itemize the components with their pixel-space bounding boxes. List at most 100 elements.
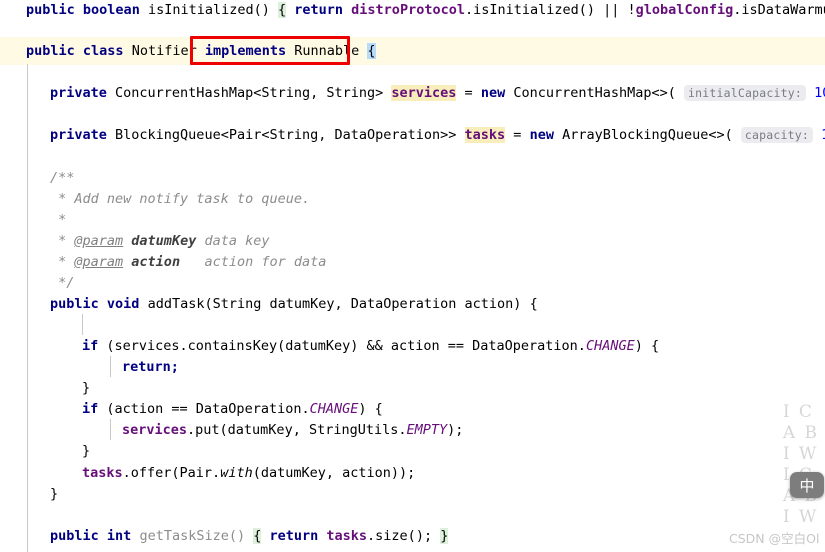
code-line-method-close[interactable]: } [50,484,825,505]
ime-mode-indicator[interactable]: 中 [790,472,824,498]
code-line[interactable]: public boolean isInitialized() { return … [26,0,825,21]
token-comment: * [50,254,75,270]
code-line-tasks-offer[interactable]: tasks.offer(Pair.with(datumKey, action))… [82,463,825,484]
token-field: tasks [82,465,123,481]
token-static-field: EMPTY [406,422,448,438]
recorder-watermark-line: I W [782,444,819,464]
token-keyword: if [82,401,99,417]
token-keyword-implements: implements [204,43,287,59]
token-method-name-unused: getTaskSize() [131,528,254,544]
token-field: globalConfig [635,2,734,18]
token-text: ) { [634,338,660,354]
token-comment: /** [50,170,75,186]
token-comment: data key [196,233,270,249]
token-keyword: public [26,43,75,59]
code-line-javadoc-open[interactable]: /** [50,168,825,189]
token-text: .isDataWarmup( [733,2,825,18]
token-brace-selected: { [367,43,376,59]
token-comment: * Add new notify task to queue. [50,191,311,207]
code-line-method-addtask[interactable]: public void addTask(String datumKey, Dat… [50,294,825,315]
code-line-class-declaration[interactable]: public class Notifier implements Runnabl… [26,41,825,62]
token-brace-match: { [278,2,287,18]
token-javadoc-param-name: action [123,254,181,270]
token-brace-match: } [440,528,449,544]
code-line-return[interactable]: return; [122,357,825,378]
token-keyword: new [480,85,506,101]
ime-mode-label: 中 [799,476,815,495]
token-keyword: void [106,296,140,312]
token-brace: } [82,380,91,396]
token-keyword: public [50,528,99,544]
token-ctor: ConcurrentHashMap<>( [505,85,685,101]
param-hint-capacity: capacity: [740,127,814,143]
token-keyword: return [261,528,327,544]
token-brace: } [50,486,59,502]
code-line-block-close[interactable]: } [82,441,825,462]
token-call: .offer(Pair. [122,465,221,481]
token-brace: } [82,443,91,459]
code-line-field-tasks[interactable]: private BlockingQueue<Pair<String, DataO… [50,125,825,146]
token-ctor: ArrayBlockingQueue<>( [553,127,741,143]
token-javadoc-tag: @param [74,233,124,249]
token-condition: (services.containsKey(datumKey) && actio… [98,338,586,354]
token-operator: = [505,127,530,143]
token-field-highlighted: services [391,85,457,101]
token-condition: (action == DataOperation. [98,401,310,417]
token-javadoc-param-name: datumKey [123,233,197,249]
token-type: ConcurrentHashMap<String, String> [106,85,392,101]
token-keyword: private [50,85,107,101]
token-interface-name: Runnable [286,43,360,59]
code-line-method-gettasksize[interactable]: public int getTaskSize() { return tasks.… [50,526,825,547]
token-text: ) { [358,401,383,417]
token-keyword: return; [122,359,179,375]
recorder-watermark-line: A B [782,423,819,443]
code-line-block-close[interactable]: } [82,378,825,399]
token-field-highlighted: tasks [464,127,506,143]
token-call: .size(); [367,528,441,544]
token-field: services [122,422,188,438]
token-keyword: new [529,127,554,143]
token-keyword: public [26,2,75,18]
code-line-if-change[interactable]: if (action == DataOperation.CHANGE) { [82,399,825,420]
code-line-services-put[interactable]: services.put(datumKey, StringUtils.EMPTY… [122,420,825,441]
token-text: (datumKey, action)); [252,465,416,481]
token-comment: */ [50,275,75,291]
token-call: .put(datumKey, StringUtils. [187,422,407,438]
token-keyword: int [106,528,132,544]
code-line-javadoc-param-datumkey[interactable]: * @param datumKey data key [50,231,825,252]
token-field: tasks [326,528,368,544]
code-line-javadoc[interactable]: * Add new notify task to queue. [50,189,825,210]
token-keyword: private [50,127,107,143]
csdn-watermark: CSDN @空白Ol [729,531,820,546]
code-line-javadoc-param-action[interactable]: * @param action action for data [50,252,825,273]
token-comment: * [50,212,67,228]
token-number: 1024 [813,127,825,143]
token-signature: addTask(String datumKey, DataOperation a… [139,296,538,312]
token-type: BlockingQueue<Pair<String, DataOperation… [106,127,465,143]
token-keyword: public [50,296,99,312]
token-text: isInitialized() [139,2,278,18]
token-operator: = [456,85,481,101]
code-line-javadoc-close[interactable]: */ [50,273,825,294]
token-keyword: if [82,338,99,354]
token-static-field: CHANGE [585,338,635,354]
token-static-method: with [220,465,253,481]
code-line-field-services[interactable]: private ConcurrentHashMap<String, String… [50,83,825,104]
token-text: ! [619,2,636,18]
token-keyword: boolean [82,2,140,18]
token-classname: Notifier [123,43,205,59]
recorder-watermark: I C A B I W I C A B I W [783,402,819,528]
token-comment: action for data [180,254,327,270]
token-static-field: CHANGE [309,401,359,417]
token-field: distroProtocol [351,2,465,18]
code-line-javadoc[interactable]: * [50,210,825,231]
code-line-if-containskey[interactable]: if (services.containsKey(datumKey) && ac… [82,336,825,357]
token-operator: || [603,2,620,18]
token-comment: * [50,233,75,249]
param-hint-initial-capacity: initialCapacity: [684,85,806,101]
token-keyword: class [82,43,124,59]
recorder-watermark-line: I W [782,507,819,527]
code-editor-viewport[interactable]: public boolean isInitialized() { return … [0,0,825,552]
code-content[interactable]: public boolean isInitialized() { return … [0,0,825,552]
token-number: 10 [814,85,825,101]
